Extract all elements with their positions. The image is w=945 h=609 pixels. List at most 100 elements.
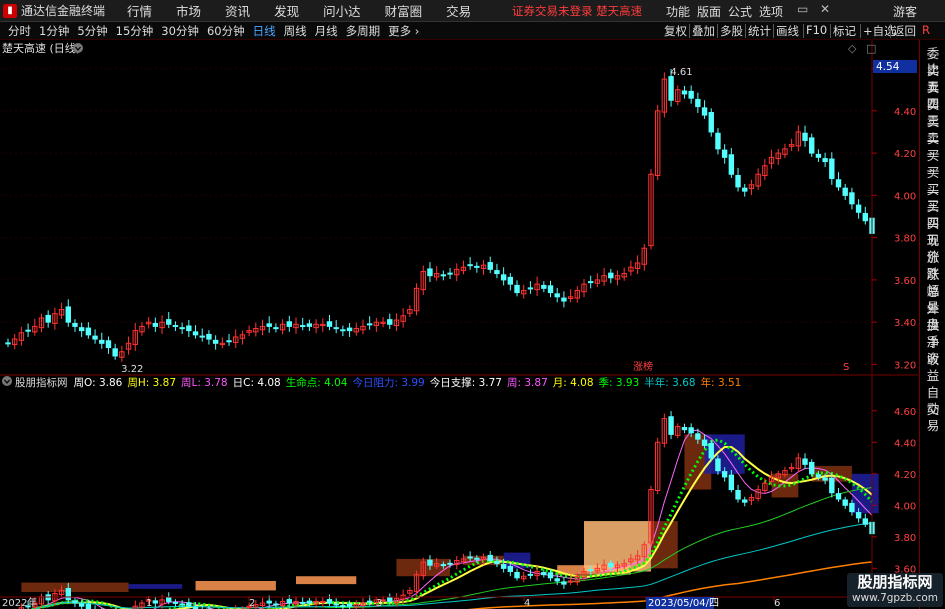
period-tab[interactable]: 1分钟 [39, 23, 69, 39]
period-tab-more[interactable]: 更多 › [388, 23, 419, 39]
main-chart-settings-icon[interactable] [73, 43, 83, 53]
high-label: 4.61 [670, 67, 692, 78]
sub-candle-body [500, 564, 507, 569]
sub-candle-body [835, 493, 842, 500]
sub-candle-body [286, 599, 293, 604]
range-box [195, 580, 276, 591]
close-icon[interactable]: ✕ [820, 2, 830, 16]
candle-body [92, 335, 98, 340]
toolbar-divider [803, 24, 804, 38]
sub-candle-body [440, 564, 447, 567]
expand-icon[interactable]: □ [866, 42, 876, 55]
r-icon[interactable]: R [922, 23, 930, 37]
menu-item[interactable]: 问小达 [323, 1, 361, 20]
terminal-window: ▮ 通达信金融终端 行情 市场 资讯 发现 问小达 财富圈 交易 证券交易未登录… [0, 0, 945, 609]
indicator-name: 股朋指标网 [15, 377, 68, 389]
period-tab[interactable]: 30分钟 [161, 23, 199, 39]
indicator-value: 周: 3.87 [507, 377, 548, 389]
sub-candle-body [273, 603, 279, 606]
signal-mark: S [843, 362, 849, 373]
sub-candle-body [306, 600, 313, 604]
trade-login-notice[interactable]: 证券交易未登录 楚天高速 [512, 3, 642, 19]
tool-button[interactable]: 叠加 [692, 23, 715, 39]
period-tab[interactable]: 分时 [8, 23, 31, 39]
diamond-icon[interactable]: ◇ [848, 42, 857, 55]
indicator-settings-icon[interactable] [2, 376, 12, 386]
tool-button[interactable]: 画线 [776, 23, 799, 39]
candle-body [695, 98, 701, 108]
candle-body [299, 325, 306, 328]
candle-body [172, 325, 179, 328]
candle-body [541, 284, 547, 289]
menu-layout[interactable]: 版面 [697, 3, 721, 20]
candle-body [701, 107, 708, 116]
menu-function[interactable]: 功能 [666, 3, 690, 20]
period-tab[interactable]: 周线 [284, 23, 307, 39]
rise-list-mark: 涨榜 [633, 360, 653, 373]
indicator-values-row: 股朋指标网 周O: 3.86 周H: 3.87 周L: 3.78 日C: 4.08 生命… [15, 375, 741, 389]
sub-candle-body [387, 597, 393, 602]
x-label: 4 [524, 598, 530, 609]
line-quarter [32, 487, 873, 609]
sub-candle-body [266, 600, 272, 604]
toolbar-divider [830, 24, 831, 38]
menu-item[interactable]: 资讯 [225, 1, 250, 20]
menu-item[interactable]: 市场 [176, 1, 201, 20]
cursor-date: 2023/05/04/四 [648, 598, 719, 609]
candle-body [440, 274, 447, 277]
more-label: 更多 [388, 23, 412, 38]
x-label: 6 [774, 598, 780, 609]
sub-candle-body [802, 458, 808, 465]
period-tab[interactable]: 5分钟 [77, 23, 107, 39]
y-tick-label: 3.20 [894, 360, 916, 371]
period-tab-active[interactable]: 日线 [253, 23, 276, 39]
chevron-right-icon: › [414, 23, 420, 38]
candles [5, 68, 875, 362]
tool-button[interactable]: 标记 [833, 23, 856, 39]
menu-item[interactable]: 财富圈 [385, 1, 423, 20]
period-tab[interactable]: 60分钟 [207, 23, 245, 39]
menu-options[interactable]: 选项 [759, 3, 783, 20]
restore-icon[interactable]: ▭ [797, 2, 808, 16]
quote-field-18[interactable]: 收益 [921, 352, 945, 384]
menu-item[interactable]: 交易 [446, 1, 471, 20]
guest-user[interactable]: 游客 [893, 3, 917, 20]
sub-candle-body [152, 600, 159, 604]
candle-body [99, 339, 105, 344]
tool-button[interactable]: 统计 [748, 23, 771, 39]
period-tab[interactable]: 15分钟 [116, 23, 154, 39]
candle-body [715, 132, 721, 150]
x-label: 2 [249, 598, 255, 609]
side-tab-1[interactable]: 交易 [921, 402, 945, 434]
y-tick-label: 3.60 [894, 276, 916, 287]
sub-candle-body [842, 499, 848, 506]
tool-button[interactable]: 返回 [893, 23, 916, 39]
sub-candle-body [855, 512, 862, 519]
indicator-value: 周O: 3.86 [73, 377, 123, 389]
menu-item[interactable]: 发现 [274, 1, 299, 20]
price-tag: 4.54 [876, 61, 900, 73]
sub-candle-body [695, 433, 701, 440]
range-box [296, 576, 357, 585]
candle-body [681, 90, 688, 95]
menu-item[interactable]: 行情 [127, 1, 152, 20]
indicator-value: 月: 4.08 [552, 377, 594, 389]
menu-formula[interactable]: 公式 [728, 3, 752, 20]
candle-body [721, 149, 728, 158]
indicator-value: 周L: 3.78 [181, 377, 228, 389]
sub-candle-body [688, 427, 694, 434]
candle-body [587, 281, 594, 284]
candle-body [735, 175, 741, 188]
period-tab[interactable]: 月线 [315, 23, 338, 39]
tool-button[interactable]: 多股 [720, 23, 743, 39]
sub-candle-body [467, 556, 473, 559]
candle-body [186, 325, 192, 332]
tool-button[interactable]: F10 [806, 23, 827, 37]
kline-chart[interactable]: 4.604.404.204.003.803.603.403.204.604.40… [0, 40, 918, 609]
sub-candle-body [815, 474, 822, 478]
candle-body [554, 293, 560, 298]
period-tab[interactable]: 多周期 [346, 23, 381, 39]
y-tick-label: 3.40 [894, 318, 916, 329]
candle-body [105, 340, 112, 349]
tool-button[interactable]: 复权 [664, 23, 687, 39]
